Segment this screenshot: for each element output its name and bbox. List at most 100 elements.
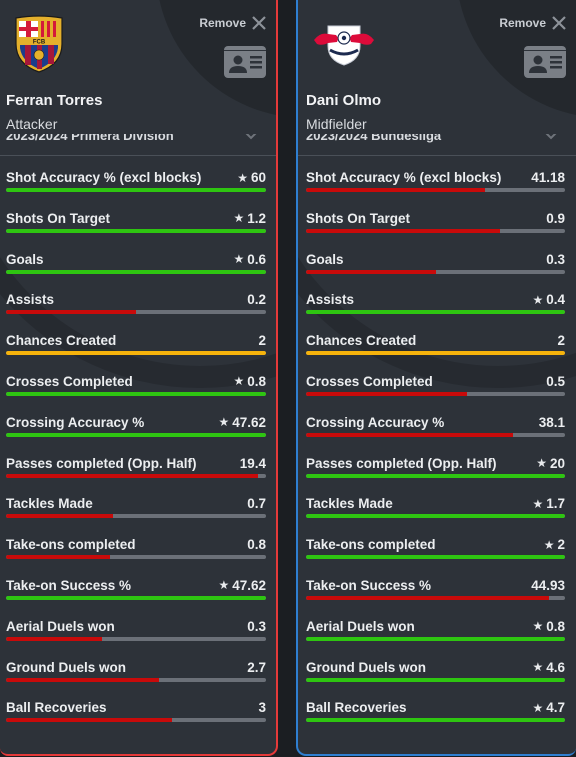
stat-row: Take-ons completed 0.8 (6, 523, 276, 564)
stat-header: Ground Duels won 2.7 (6, 646, 276, 675)
stat-bar-fill (6, 718, 173, 723)
stat-value: 60 (250, 170, 266, 185)
stat-bar-track (6, 228, 266, 233)
stat-bar-track (6, 310, 266, 315)
stat-row: Ground Duels won ★ 4.6 (306, 646, 576, 687)
stat-bar-fill (306, 514, 565, 519)
stat-header: Aerial Duels won ★ 0.8 (306, 605, 576, 634)
player-profile-card-icon[interactable] (224, 46, 266, 78)
stat-value-group: 2 (557, 333, 565, 348)
stat-bar-track (306, 310, 565, 315)
stats-list: Shot Accuracy % (excl blocks) ★ 60 Shots On… (0, 156, 276, 727)
stat-value-group: ★ 1.2 (233, 211, 266, 226)
stat-bar-track (6, 432, 266, 437)
close-icon[interactable] (552, 16, 566, 30)
stat-value: 0.9 (546, 210, 565, 226)
stat-row: Crosses Completed ★ 0.8 (6, 360, 276, 401)
stat-label: Shot Accuracy % (excl blocks) (6, 170, 202, 185)
stat-label: Crossing Accuracy % (306, 414, 445, 430)
stat-value: 2 (557, 537, 565, 553)
stat-bar-track (306, 718, 565, 723)
stat-bar-fill (6, 351, 266, 356)
remove-player-button[interactable]: Remove (499, 16, 566, 30)
stat-value: 0.2 (247, 292, 266, 308)
stat-row: Shots On Target ★ 1.2 (6, 197, 276, 238)
rb-leipzig-crest-icon (314, 25, 374, 66)
stat-bar-fill (6, 228, 266, 233)
stat-header: Take-on Success % 44.93 (306, 564, 576, 593)
stat-value: 1.7 (546, 496, 565, 512)
stat-value-group: 19.4 (240, 456, 266, 471)
stat-bar-fill (6, 473, 259, 478)
stat-row: Goals 0.3 (306, 238, 576, 279)
stat-header: Crossing Accuracy % 38.1 (306, 401, 576, 430)
stat-bar-track (6, 188, 266, 192)
stat-bar-track (6, 636, 266, 641)
stat-row: Goals ★ 0.6 (6, 238, 276, 279)
stat-bar-track (6, 391, 266, 396)
stat-row: Ball Recoveries 3 (6, 686, 276, 727)
star-icon: ★ (532, 660, 544, 675)
stat-label: Shots On Target (6, 210, 111, 226)
remove-label: Remove (499, 16, 546, 30)
stat-value: 47.62 (232, 577, 266, 593)
stat-value-group: ★ 2 (544, 537, 565, 552)
stat-bar-track (6, 514, 266, 519)
stat-header: Take-ons completed ★ 2 (306, 523, 576, 552)
stat-label: Goals (306, 251, 344, 267)
stat-row: Assists ★ 0.4 (306, 278, 576, 319)
stat-value: 0.8 (247, 373, 266, 389)
remove-player-button[interactable]: Remove (199, 16, 266, 30)
star-icon: ★ (532, 496, 544, 511)
player-header: Remove Dani Olmo Midfielder 2023/2024 Bu… (298, 0, 576, 156)
stat-bar-track (6, 269, 266, 274)
stat-label: Take-ons completed (6, 537, 136, 553)
season-selector[interactable]: 2023/2024 Primera Division (0, 134, 276, 156)
stat-header: Assists ★ 0.4 (306, 278, 576, 307)
stat-label: Aerial Duels won (306, 618, 415, 634)
stat-bar-track (306, 351, 565, 356)
stat-value: 2.7 (247, 659, 266, 675)
stat-row: Passes completed (Opp. Half) 19.4 (6, 442, 276, 483)
stat-bar-track (306, 473, 565, 478)
stat-row: Passes completed (Opp. Half) ★ 20 (306, 442, 576, 483)
player-profile-card-icon[interactable] (524, 46, 566, 78)
star-icon: ★ (218, 578, 230, 593)
stat-value: 0.8 (247, 537, 266, 553)
season-selector[interactable]: 2023/2024 Bundesliga (298, 134, 576, 156)
stat-row: Ground Duels won 2.7 (6, 646, 276, 687)
stat-label: Chances Created (6, 333, 117, 349)
stat-label: Passes completed (Opp. Half) (6, 455, 197, 471)
stat-header: Passes completed (Opp. Half) ★ 20 (306, 442, 576, 471)
stat-label: Passes completed (Opp. Half) (306, 455, 497, 471)
stat-bar-fill (306, 351, 565, 356)
stat-bar-track (306, 432, 565, 437)
stat-header: Ball Recoveries ★ 4.7 (306, 686, 576, 715)
stat-header: Tackles Made 0.7 (6, 482, 276, 511)
season-label: 2023/2024 Bundesliga (306, 134, 442, 143)
stat-bar-track (6, 555, 266, 560)
close-icon[interactable] (252, 16, 266, 30)
stat-bar-track (6, 677, 266, 682)
stat-value-group: ★ 0.8 (532, 619, 565, 634)
stat-label: Take-on Success % (6, 577, 132, 593)
stat-row: Crossing Accuracy % 38.1 (306, 401, 576, 442)
stat-bar-fill (306, 269, 436, 274)
stat-value: 0.4 (546, 292, 565, 308)
star-icon: ★ (233, 252, 245, 267)
stat-row: Take-on Success % ★ 47.62 (6, 564, 276, 605)
player-name: Dani Olmo (306, 92, 382, 109)
stat-label: Crosses Completed (306, 373, 433, 389)
stat-label: Tackles Made (306, 496, 393, 512)
stat-bar-track (306, 595, 565, 600)
stat-bar-fill (6, 636, 103, 641)
chevron-down-icon (545, 134, 557, 140)
stat-row: Shot Accuracy % (excl blocks) 41.18 (306, 156, 576, 197)
stat-row: Assists 0.2 (6, 278, 276, 319)
stat-bar-fill (6, 188, 266, 192)
stat-bar-track (306, 269, 565, 274)
stat-value-group: 0.7 (247, 496, 266, 511)
stat-value: 19.4 (239, 455, 266, 471)
stat-value: 0.3 (546, 251, 565, 267)
stat-bar-track (306, 188, 565, 192)
